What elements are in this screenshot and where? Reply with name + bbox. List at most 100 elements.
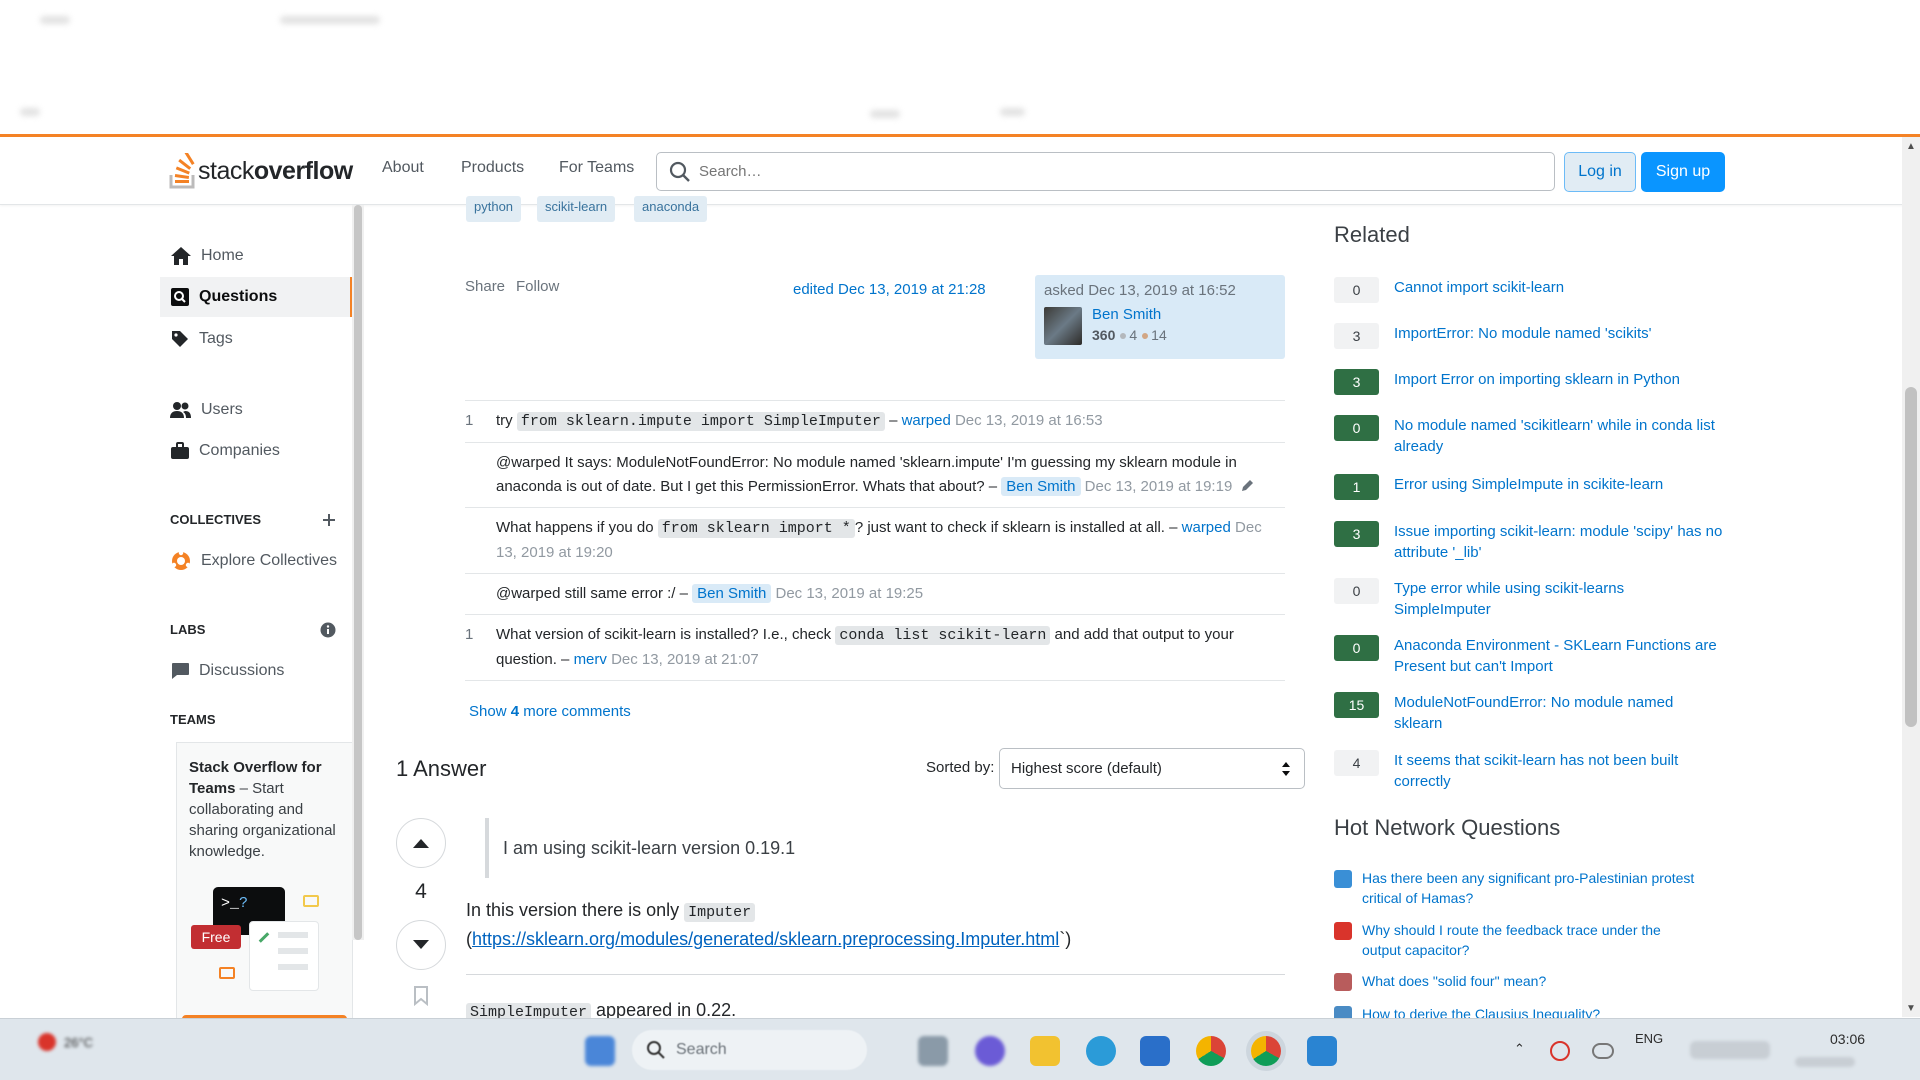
hot-question-link[interactable]: Why should I route the feedback trace un… (1362, 920, 1702, 960)
related-link[interactable]: Issue importing scikit-learn: module 'sc… (1394, 521, 1724, 563)
owner-name[interactable]: Ben Smith (1092, 306, 1161, 323)
related-link[interactable]: Error using SimpleImpute in scikite-lear… (1394, 474, 1724, 495)
info-icon[interactable] (320, 622, 336, 638)
chevron-up-icon[interactable]: ⌃ (1514, 1041, 1525, 1057)
sidebar-item-label: Tags (199, 330, 233, 347)
hot-question-link[interactable]: Has there been any significant pro-Pales… (1362, 868, 1702, 908)
related-link[interactable]: Anaconda Environment - SKLearn Functions… (1394, 635, 1724, 677)
blurred-toolbar-item (870, 110, 900, 118)
comment-user[interactable]: Ben Smith (692, 584, 772, 603)
login-button[interactable]: Log in (1564, 152, 1636, 192)
related-link[interactable]: No module named 'scikitlearn' while in c… (1394, 415, 1724, 457)
comment-date[interactable]: Dec 13, 2019 at 19:25 (776, 585, 924, 602)
show-more-comments-link[interactable]: Show 4 more comments (469, 703, 631, 720)
comment: @warped still same error :/ – Ben Smith … (465, 574, 1285, 615)
comment-user[interactable]: merv (574, 651, 607, 668)
avatar[interactable] (1044, 307, 1082, 345)
tag-scikit-learn[interactable]: scikit-learn (537, 196, 616, 222)
collectives-icon (171, 550, 191, 570)
related-link[interactable]: Type error while using scikit-learns Sim… (1394, 578, 1724, 620)
windows-start-icon[interactable] (585, 1036, 615, 1066)
hot-question-link[interactable]: What does "solid four" mean? (1362, 971, 1702, 991)
sidebar-item-discussions[interactable]: Discussions (160, 651, 353, 691)
related-link[interactable]: ImportError: No module named 'scikits' (1394, 323, 1724, 344)
chat-app-icon[interactable] (975, 1036, 1005, 1066)
briefcase-icon (171, 442, 189, 459)
scroll-up-arrow-icon[interactable]: ▲ (1906, 141, 1916, 152)
tag-python[interactable]: python (466, 196, 522, 222)
sidebar-item-users[interactable]: Users (160, 390, 353, 430)
sidebar-item-questions[interactable]: Questions (160, 277, 353, 317)
comment-user[interactable]: warped (1182, 519, 1231, 536)
related-score-badge: 0 (1334, 635, 1379, 661)
discussions-icon (172, 663, 189, 679)
site-icon (1334, 973, 1352, 991)
stackoverflow-logo[interactable]: stackoverflow (168, 151, 353, 191)
bookmark-icon[interactable] (413, 986, 429, 1006)
chrome-icon[interactable] (1196, 1036, 1226, 1066)
tag-anaconda[interactable]: anaconda (634, 196, 708, 222)
edited-link[interactable]: edited Dec 13, 2019 at 21:28 (793, 281, 986, 298)
comment-date[interactable]: Dec 13, 2019 at 16:53 (955, 412, 1103, 429)
owner-card: asked Dec 13, 2019 at 16:52 Ben Smith 36… (1035, 275, 1285, 359)
vscode-icon[interactable] (1307, 1036, 1337, 1066)
inline-code: from sklearn import * (657, 519, 855, 538)
sidebar-scrollbar-thumb[interactable] (354, 205, 362, 940)
sidebar-item-companies[interactable]: Companies (160, 431, 353, 471)
plus-icon[interactable] (322, 513, 336, 527)
related-link[interactable]: It seems that scikit-learn has not been … (1394, 750, 1724, 792)
comment-user[interactable]: Ben Smith (1001, 477, 1081, 496)
signup-button[interactable]: Sign up (1641, 152, 1725, 192)
share-link[interactable]: Share (465, 278, 505, 295)
file-explorer-icon[interactable] (1030, 1036, 1060, 1066)
nav-for-teams[interactable]: For Teams (559, 159, 634, 177)
task-view-icon[interactable] (918, 1036, 948, 1066)
downvote-icon (413, 940, 429, 949)
related-score-badge: 4 (1334, 750, 1379, 776)
clock-date[interactable] (1795, 1057, 1855, 1067)
edge-browser-icon[interactable] (1086, 1036, 1116, 1066)
cloud-icon[interactable] (1592, 1043, 1614, 1059)
sorted-by-label: Sorted by: (926, 759, 995, 776)
related-score-badge: 3 (1334, 369, 1379, 395)
nav-products[interactable]: Products (461, 159, 524, 177)
upvote-button[interactable] (396, 818, 446, 868)
sidebar-scrollbar[interactable] (352, 205, 364, 940)
system-tray-icons[interactable] (1690, 1041, 1770, 1059)
sync-icon[interactable] (1550, 1041, 1570, 1061)
language-indicator[interactable]: ENG (1635, 1031, 1663, 1046)
comment-date[interactable]: Dec 13, 2019 at 19:19 (1085, 478, 1233, 495)
vote-count: 4 (415, 880, 427, 903)
answer-blockquote: I am using scikit-learn version 0.19.1 (485, 818, 1285, 878)
chrome-active-icon[interactable] (1251, 1036, 1281, 1066)
taskbar-search[interactable]: Search (632, 1030, 867, 1070)
comment-user[interactable]: warped (902, 412, 951, 429)
search-input[interactable] (699, 163, 1554, 180)
sidebar-item-explore-collectives[interactable]: Explore Collectives (160, 541, 353, 581)
follow-link[interactable]: Follow (516, 278, 559, 295)
search-box[interactable] (656, 152, 1555, 191)
comment-date[interactable]: Dec 13, 2019 at 21:07 (611, 651, 759, 668)
page-scrollbar[interactable]: ▲ ▼ (1902, 137, 1920, 1017)
teams-heading: TEAMS (170, 712, 216, 727)
related-link[interactable]: Cannot import scikit-learn (1394, 277, 1724, 298)
related-link[interactable]: Import Error on importing sklearn in Pyt… (1394, 369, 1724, 390)
related-link[interactable]: ModuleNotFoundError: No module named skl… (1394, 692, 1724, 734)
clock-time[interactable]: 03:06 (1830, 1031, 1865, 1047)
home-icon (171, 247, 191, 265)
questions-icon (171, 288, 189, 306)
sort-select[interactable]: Highest score (default) (999, 748, 1305, 789)
scroll-down-arrow-icon[interactable]: ▼ (1906, 1003, 1916, 1014)
sidebar-item-tags[interactable]: Tags (160, 319, 353, 359)
page-scrollbar-thumb[interactable] (1905, 387, 1917, 727)
teams-promo-text: Stack Overflow for Teams – Start collabo… (189, 759, 336, 860)
downvote-button[interactable] (396, 920, 446, 970)
answers-count: 1 Answer (396, 756, 487, 781)
answer-link[interactable]: https://sklearn.org/modules/generated/sk… (472, 929, 1059, 949)
divider (466, 974, 1285, 975)
sidebar-item-home[interactable]: Home (160, 236, 353, 276)
owner-stats: 360 4 14 (1092, 327, 1167, 343)
store-icon[interactable] (1140, 1036, 1170, 1066)
nav-about[interactable]: About (382, 159, 424, 177)
chat-icon (219, 967, 235, 979)
